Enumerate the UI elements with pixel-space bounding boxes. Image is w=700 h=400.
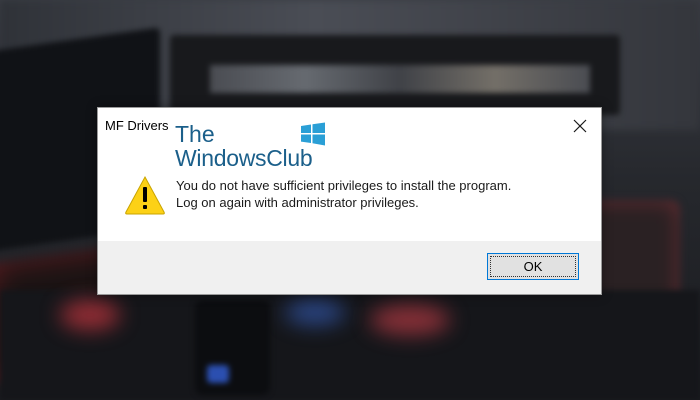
dialog-message: You do not have sufficient privileges to… [176, 177, 586, 211]
dialog-footer: OK [98, 241, 601, 294]
watermark-line-2: WindowsClub [175, 145, 313, 171]
close-button[interactable] [565, 112, 595, 140]
close-icon [573, 119, 587, 133]
message-line-2: Log on again with administrator privileg… [176, 195, 419, 210]
message-line-1: You do not have sufficient privileges to… [176, 178, 512, 193]
windows-logo-icon [301, 122, 325, 146]
watermark: The WindowsClub [175, 122, 355, 172]
watermark-line-1: The [175, 121, 215, 147]
ok-button[interactable]: OK [487, 253, 579, 280]
ok-button-label: OK [490, 256, 576, 277]
warning-icon [125, 175, 165, 215]
dialog-title: MF Drivers [105, 118, 169, 133]
